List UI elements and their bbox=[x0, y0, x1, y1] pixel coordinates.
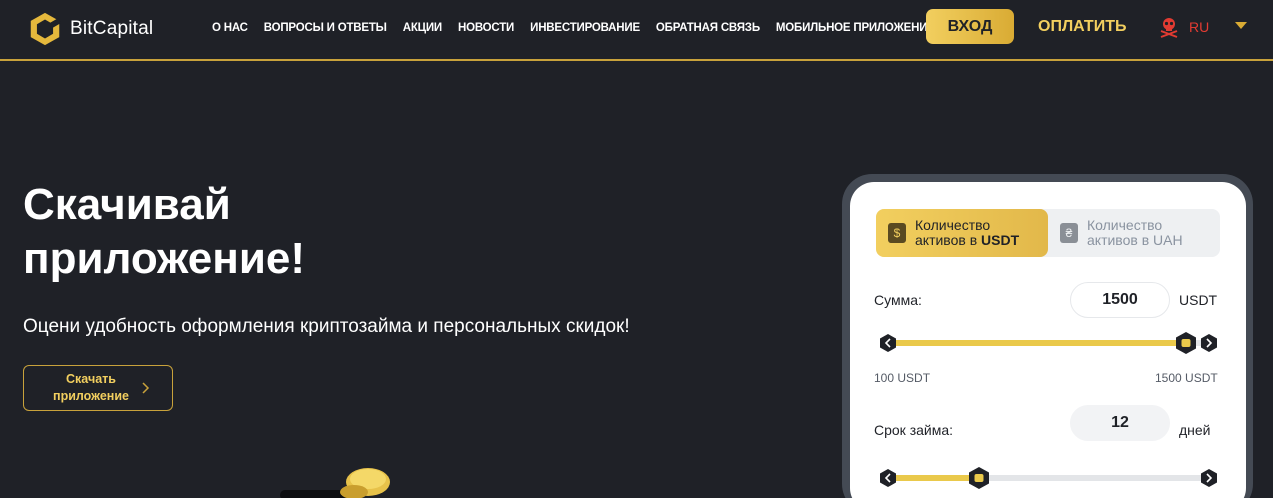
term-label: Срок займа: bbox=[874, 422, 954, 438]
nav-item-faq[interactable]: ВОПРОСЫ И ОТВЕТЫ bbox=[264, 22, 387, 34]
skull-crossbones-icon bbox=[1160, 18, 1178, 38]
increase-amount-icon[interactable] bbox=[1199, 333, 1219, 353]
download-app-label: Скачать приложение bbox=[53, 372, 129, 403]
tab-usdt-currency: USDT bbox=[981, 232, 1020, 248]
decrease-amount-icon[interactable] bbox=[878, 333, 898, 353]
decrease-term-icon[interactable] bbox=[878, 468, 898, 488]
amount-label: Сумма: bbox=[874, 292, 922, 308]
increase-term-icon[interactable] bbox=[1199, 468, 1219, 488]
hero-subtitle: Оцени удобность оформления криптозайма и… bbox=[23, 316, 630, 337]
nav-item-investing[interactable]: ИНВЕСТИРОВАНИЕ bbox=[530, 22, 640, 34]
hryvnia-icon: ₴ bbox=[1060, 223, 1078, 243]
nav-item-promotions[interactable]: АКЦИИ bbox=[403, 22, 442, 34]
tab-usdt-line2: активов в bbox=[915, 232, 982, 248]
bitcapital-logo-icon bbox=[30, 12, 62, 46]
pay-link[interactable]: ОПЛАТИТЬ bbox=[1038, 18, 1126, 36]
tab-uah[interactable]: ₴ Количество активов в UAH bbox=[1048, 209, 1220, 257]
nav-item-feedback[interactable]: ОБРАТНАЯ СВЯЗЬ bbox=[656, 22, 760, 34]
nav-item-news[interactable]: НОВОСТИ bbox=[458, 22, 514, 34]
language-selector[interactable]: RU bbox=[1158, 16, 1209, 38]
tab-usdt-line1: Количество bbox=[915, 217, 991, 233]
download-app-button[interactable]: Скачать приложение bbox=[23, 365, 173, 411]
amount-input[interactable]: 1500 bbox=[1070, 282, 1170, 318]
amount-slider[interactable] bbox=[886, 340, 1208, 346]
brand-logo[interactable]: BitCapital bbox=[26, 10, 153, 48]
language-label: RU bbox=[1189, 19, 1210, 35]
amount-slider-thumb[interactable] bbox=[1174, 331, 1198, 355]
amount-min-label: 100 USDT bbox=[874, 371, 931, 385]
tab-uah-line1: Количество bbox=[1087, 217, 1163, 233]
term-unit: дней bbox=[1179, 422, 1211, 438]
nav-item-mobile-app[interactable]: МОБИЛЬНОЕ ПРИЛОЖЕНИЕ bbox=[776, 22, 935, 34]
amount-unit: USDT bbox=[1179, 292, 1218, 308]
tab-usdt[interactable]: $ Количество активов в USDT bbox=[876, 209, 1048, 257]
main-nav: О НАС ВОПРОСЫ И ОТВЕТЫ АКЦИИ НОВОСТИ ИНВ… bbox=[212, 22, 951, 34]
nav-item-about[interactable]: О НАС bbox=[212, 22, 248, 34]
brand-name: BitCapital bbox=[70, 18, 154, 39]
coins-illustration bbox=[280, 468, 390, 498]
dollar-icon: $ bbox=[888, 223, 906, 243]
amount-max-label: 1500 USDT bbox=[1155, 371, 1218, 385]
term-slider[interactable] bbox=[886, 475, 1208, 481]
term-slider-thumb[interactable] bbox=[967, 466, 991, 490]
term-input[interactable]: 12 bbox=[1070, 405, 1170, 441]
amount-slider-fill bbox=[886, 340, 1186, 346]
site-header: BitCapital О НАС ВОПРОСЫ И ОТВЕТЫ АКЦИИ … bbox=[0, 0, 1273, 61]
term-slider-fill bbox=[886, 475, 979, 481]
tab-uah-line2: активов в UAH bbox=[1087, 232, 1183, 248]
login-button[interactable]: ВХОД bbox=[926, 9, 1014, 44]
chevron-down-icon[interactable] bbox=[1235, 22, 1247, 29]
hero-title: Скачивай приложение! bbox=[23, 180, 306, 283]
chevron-right-icon bbox=[142, 382, 150, 394]
